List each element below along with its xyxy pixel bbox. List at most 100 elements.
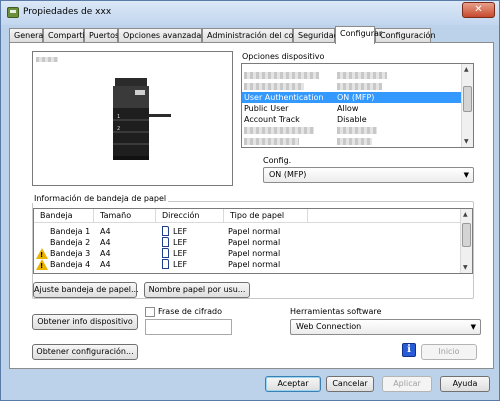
config-selected-value: ON (MFP) [269,170,307,179]
tray-name: Bandeja 2 [50,238,91,247]
scroll-down-icon[interactable]: ▼ [463,264,468,271]
blurred-option [244,83,304,90]
properties-window: Propiedades de xxx ✕ General Compartir P… [0,0,500,401]
blurred-value [337,127,377,134]
scroll-up-icon[interactable]: ▲ [463,211,468,218]
list-item[interactable] [242,81,461,92]
config-select[interactable]: ON (MFP) ▼ [263,167,474,183]
encryption-phrase-checkbox[interactable] [145,307,155,317]
option-value: Allow [337,104,359,113]
table-row[interactable]: Bandeja 3 A4 LEF Papel normal [34,248,462,261]
device-options-scrollbar[interactable]: ▲ ▼ [461,64,473,147]
table-row[interactable]: Bandeja 1 A4 LEF Papel normal [34,226,462,237]
tray-name: Bandeja 3 [50,249,91,258]
help-button[interactable]: Ayuda [440,376,490,392]
get-device-info-button[interactable]: Obtener info dispositivo [32,314,138,330]
tray-size: A4 [100,238,111,247]
column-header-empty [308,209,462,223]
tab-puertos[interactable]: Puertos [84,28,119,43]
column-header-tamano[interactable]: Tamaño [94,209,156,223]
tray-name: Bandeja 1 [50,227,91,236]
warning-icon [36,248,48,261]
option-value: ON (MFP) [337,93,375,102]
tray-direction: LEF [173,227,188,236]
encryption-phrase-input[interactable] [145,319,232,335]
svg-text:2: 2 [117,126,120,132]
tab-opciones-avanzadas[interactable]: Opciones avanzadas [118,28,205,43]
chevron-down-icon: ▼ [463,171,469,179]
blurred-value [337,72,387,79]
paper-tray-label: Información de bandeja de papel [32,194,169,203]
tab-general[interactable]: General [9,28,46,43]
accept-button[interactable]: Aceptar [265,376,321,392]
table-row[interactable]: Bandeja 4 A4 LEF Papel normal [34,259,462,272]
list-item-account-track[interactable]: Account Track Disable [242,114,461,125]
adjust-paper-tray-button[interactable]: Ajuste bandeja de papel... [33,282,139,298]
warning-icon [36,259,48,272]
tray-type: Papel normal [228,238,281,247]
software-tools-select[interactable]: Web Connection ▼ [290,319,481,335]
printer-image: 1 2 [113,78,171,160]
page-icon [162,237,169,247]
scroll-down-icon[interactable]: ▼ [464,138,469,145]
paper-tray-table[interactable]: Bandeja Tamaño Dirección Tipo de papel B… [33,208,473,274]
paper-name-button[interactable]: Nombre papel por usu... [144,282,250,298]
tray-type: Papel normal [228,249,281,258]
page-icon [162,248,169,258]
page-icon [162,226,169,236]
list-item-user-authentication[interactable]: User Authentication ON (MFP) [242,92,461,103]
info-icon[interactable]: i [402,343,416,357]
scroll-thumb[interactable] [462,223,471,247]
paper-tray-scrollbar[interactable]: ▲ ▼ [460,209,472,273]
blurred-value [337,138,372,145]
chevron-down-icon: ▼ [470,323,476,331]
tray-type: Papel normal [228,227,281,236]
column-header-bandeja[interactable]: Bandeja [34,209,94,223]
encryption-phrase-label: Frase de cifrado [158,307,222,316]
title-bar: Propiedades de xxx ✕ [1,1,499,25]
list-item[interactable] [242,70,461,81]
option-name: User Authentication [244,93,324,102]
option-name: Public User [244,104,289,113]
start-button[interactable]: Inicio [421,344,477,360]
option-name: Account Track [244,115,300,124]
svg-text:1: 1 [117,114,120,120]
list-item[interactable] [242,125,461,136]
scroll-up-icon[interactable]: ▲ [464,66,469,73]
tray-direction: LEF [173,260,188,269]
tray-size: A4 [100,260,111,269]
table-row[interactable]: Bandeja 2 A4 LEF Papel normal [34,237,462,248]
tray-direction: LEF [173,238,188,247]
blurred-value [337,83,382,90]
get-configuration-button[interactable]: Obtener configuración... [32,344,138,360]
device-options-list[interactable]: User Authentication ON (MFP) Public User… [241,63,474,148]
software-tools-label: Herramientas software [290,307,382,316]
blurred-option [244,127,314,134]
tray-size: A4 [100,227,111,236]
software-tools-selected-value: Web Connection [296,322,362,331]
blurred-option [244,138,299,145]
tab-compartir[interactable]: Compartir [43,28,88,43]
apply-button[interactable]: Aplicar [382,376,432,392]
window-title: Propiedades de xxx [23,7,112,17]
column-header-tipo-papel[interactable]: Tipo de papel [224,209,308,223]
column-header-direccion[interactable]: Dirección [156,209,224,223]
tray-size: A4 [100,249,111,258]
device-options-label: Opciones dispositivo [242,52,325,61]
cancel-button[interactable]: Cancelar [326,376,374,392]
tray-name: Bandeja 4 [50,260,91,269]
blurred-device-name [36,57,58,62]
tab-configurar[interactable]: Configurar [335,26,382,44]
list-item-public-user[interactable]: Public User Allow [242,103,461,114]
blurred-option [244,72,319,79]
device-preview: 1 2 [32,51,233,186]
scroll-thumb[interactable] [463,86,472,112]
close-button[interactable]: ✕ [462,2,495,18]
tray-direction: LEF [173,249,188,258]
tab-configuracion[interactable]: Configuración [375,28,436,43]
option-value: Disable [337,115,367,124]
tab-administracion-color[interactable]: Administración del color [202,28,304,43]
list-item[interactable] [242,136,461,147]
config-label: Config. [263,156,292,165]
tab-seguridad[interactable]: Seguridad [293,28,339,43]
